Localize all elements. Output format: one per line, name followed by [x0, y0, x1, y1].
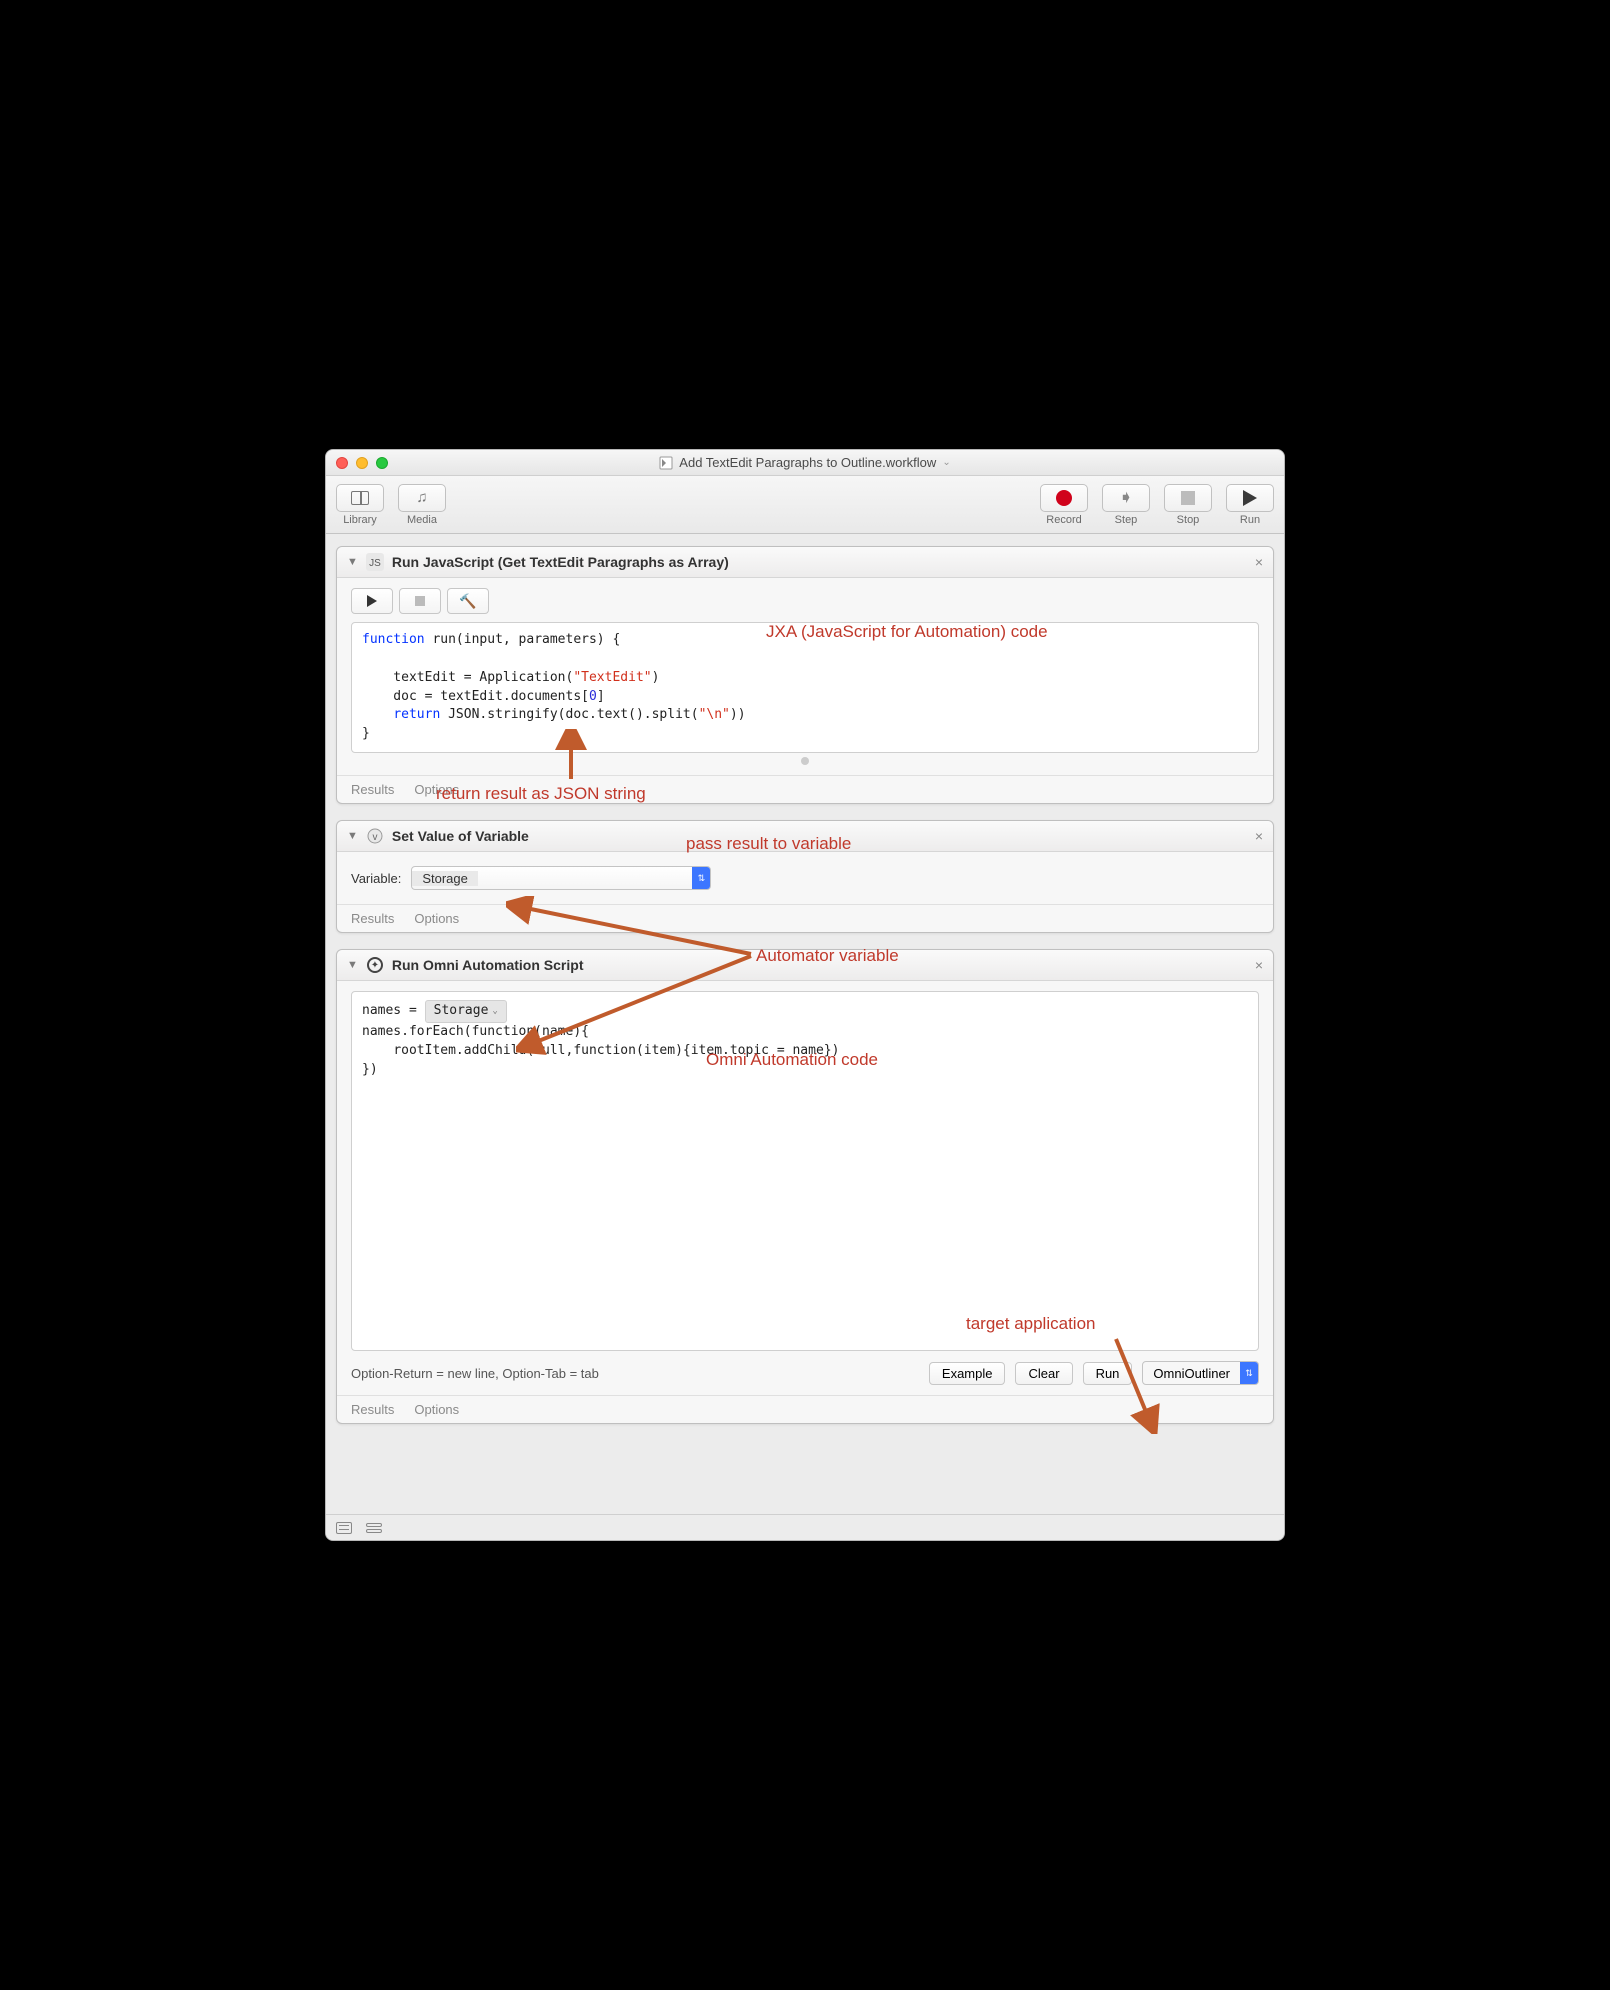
clear-button[interactable]: Clear	[1015, 1362, 1072, 1385]
stop-icon	[415, 596, 425, 606]
variable-label: Variable:	[351, 871, 401, 886]
run-icon	[1243, 490, 1257, 506]
dropdown-arrow-icon: ⇅	[692, 867, 710, 889]
record-button[interactable]	[1040, 484, 1088, 512]
library-button[interactable]	[336, 484, 384, 512]
omni-icon	[366, 956, 384, 974]
record-icon	[1056, 490, 1072, 506]
titlebar: Add TextEdit Paragraphs to Outline.workf…	[326, 450, 1284, 476]
resize-handle[interactable]	[801, 757, 809, 765]
title-chevron-icon[interactable]: ⌄	[942, 457, 950, 468]
library-icon	[351, 491, 369, 505]
play-icon	[367, 595, 377, 607]
step-button[interactable]: ➧	[1102, 484, 1150, 512]
action-header[interactable]: ▼ JS Run JavaScript (Get TextEdit Paragr…	[337, 547, 1273, 578]
dropdown-arrow-icon: ⇅	[1240, 1362, 1258, 1384]
automator-window: Add TextEdit Paragraphs to Outline.workf…	[325, 449, 1285, 1541]
chevron-down-icon: ⌄	[492, 1005, 497, 1018]
script-toolbar: 🔨	[351, 588, 1259, 614]
close-action-button[interactable]: ×	[1255, 554, 1263, 570]
action-header[interactable]: ▼ v Set Value of Variable ×	[337, 821, 1273, 852]
step-label: Step	[1115, 514, 1138, 526]
action-title: Set Value of Variable	[392, 828, 529, 844]
workflow-doc-icon	[659, 456, 673, 470]
script-run-button[interactable]	[351, 588, 393, 614]
results-tab[interactable]: Results	[351, 1402, 394, 1417]
action-title: Run Omni Automation Script	[392, 957, 584, 973]
stop-icon	[1181, 491, 1195, 505]
log-view-button[interactable]	[336, 1522, 352, 1534]
variables-view-button[interactable]	[366, 1523, 382, 1533]
record-label: Record	[1046, 514, 1081, 526]
editor-hint: Option-Return = new line, Option-Tab = t…	[351, 1366, 599, 1381]
action-footer: Results Options	[337, 775, 1273, 803]
svg-text:v: v	[372, 832, 377, 843]
options-tab[interactable]: Options	[414, 911, 459, 926]
step-icon: ➧	[1118, 487, 1133, 508]
omni-code-editor[interactable]: names = Storage⌄ names.forEach(function(…	[351, 991, 1259, 1351]
javascript-icon: JS	[366, 553, 384, 571]
script-compile-button[interactable]: 🔨	[447, 588, 489, 614]
variable-value: Storage	[412, 871, 478, 886]
close-action-button[interactable]: ×	[1255, 957, 1263, 973]
results-tab[interactable]: Results	[351, 782, 394, 797]
media-button[interactable]: ♫	[398, 484, 446, 512]
example-button[interactable]: Example	[929, 1362, 1006, 1385]
action-footer: Results Options	[337, 1395, 1273, 1423]
run-button[interactable]	[1226, 484, 1274, 512]
target-app-value: OmniOutliner	[1143, 1366, 1240, 1381]
media-icon: ♫	[416, 489, 427, 506]
library-label: Library	[343, 514, 377, 526]
disclosure-triangle-icon[interactable]: ▼	[347, 556, 358, 568]
options-tab[interactable]: Options	[414, 1402, 459, 1417]
action-title: Run JavaScript (Get TextEdit Paragraphs …	[392, 554, 729, 570]
variable-dropdown[interactable]: Storage ⇅	[411, 866, 711, 890]
close-action-button[interactable]: ×	[1255, 828, 1263, 844]
run-script-button[interactable]: Run	[1083, 1362, 1133, 1385]
run-label: Run	[1240, 514, 1260, 526]
hammer-icon: 🔨	[459, 593, 476, 610]
script-stop-button[interactable]	[399, 588, 441, 614]
window-title: Add TextEdit Paragraphs to Outline.workf…	[326, 455, 1284, 470]
stop-button[interactable]	[1164, 484, 1212, 512]
action-set-variable: ▼ v Set Value of Variable × Variable: St…	[336, 820, 1274, 933]
action-footer: Results Options	[337, 904, 1273, 932]
toolbar: Library ♫ Media Record ➧ Step Stop Run	[326, 476, 1284, 534]
javascript-code-editor[interactable]: function run(input, parameters) { textEd…	[351, 622, 1259, 753]
action-run-omni-script: ▼ Run Omni Automation Script × names = S…	[336, 949, 1274, 1424]
results-tab[interactable]: Results	[351, 911, 394, 926]
variable-token[interactable]: Storage⌄	[425, 1000, 507, 1023]
window-title-text: Add TextEdit Paragraphs to Outline.workf…	[679, 455, 936, 470]
stop-label: Stop	[1177, 514, 1200, 526]
disclosure-triangle-icon[interactable]: ▼	[347, 959, 358, 971]
action-run-javascript: ▼ JS Run JavaScript (Get TextEdit Paragr…	[336, 546, 1274, 804]
svg-text:JS: JS	[369, 558, 381, 569]
variable-icon: v	[366, 827, 384, 845]
status-bar	[326, 1514, 1284, 1540]
action-header[interactable]: ▼ Run Omni Automation Script ×	[337, 950, 1273, 981]
options-tab[interactable]: Options	[414, 782, 459, 797]
media-label: Media	[407, 514, 437, 526]
workflow-canvas: ▼ JS Run JavaScript (Get TextEdit Paragr…	[326, 534, 1284, 1514]
target-app-dropdown[interactable]: OmniOutliner ⇅	[1142, 1361, 1259, 1385]
disclosure-triangle-icon[interactable]: ▼	[347, 830, 358, 842]
